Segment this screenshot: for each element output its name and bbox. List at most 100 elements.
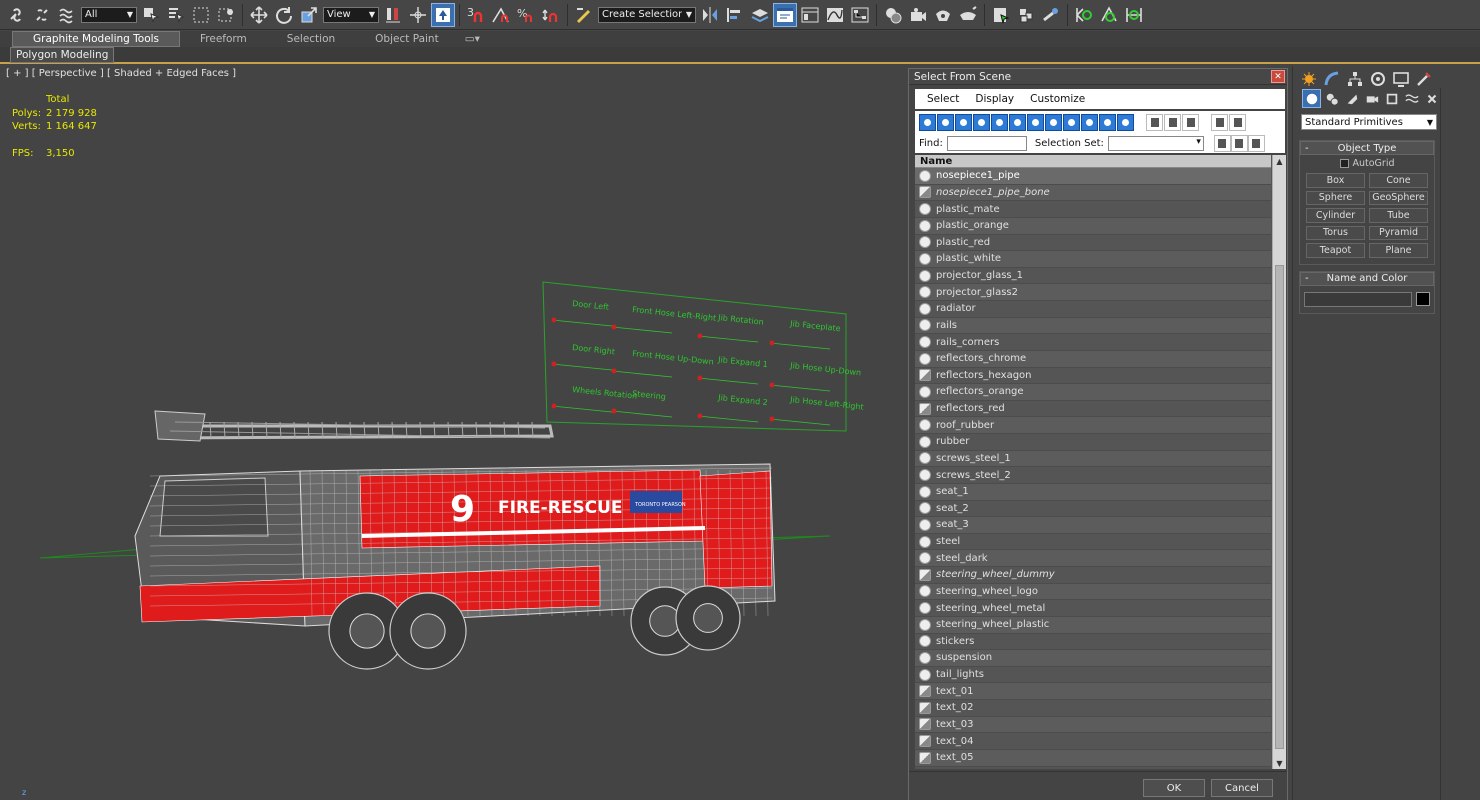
sync-selection-icon[interactable] <box>1213 134 1231 152</box>
rendered-frame-window-icon[interactable] <box>932 4 954 26</box>
tab-object-paint[interactable]: Object Paint <box>355 31 459 47</box>
material-editor-icon[interactable] <box>882 4 904 26</box>
list-item[interactable]: rubber <box>915 434 1271 451</box>
rotate-icon[interactable] <box>273 4 295 26</box>
control-slider-line[interactable] <box>551 319 613 327</box>
list-item[interactable]: seat_3 <box>915 517 1271 534</box>
list-item[interactable]: suspension <box>915 650 1271 667</box>
control-slider-line[interactable] <box>611 326 673 334</box>
toggle-scene-explorer-icon[interactable] <box>773 2 797 27</box>
snap-vertex-green-icon[interactable] <box>1073 4 1095 26</box>
control-slider-line[interactable] <box>769 418 831 426</box>
control-handle[interactable] <box>697 333 703 339</box>
align-icon[interactable] <box>724 4 746 26</box>
display-tab-icon[interactable] <box>1391 70 1410 87</box>
list-item[interactable]: text_05 <box>915 749 1271 767</box>
list-item[interactable]: text_03 <box>915 716 1271 734</box>
plane-button[interactable]: Plane <box>1369 243 1428 258</box>
snap-face-green-icon[interactable] <box>1123 4 1145 26</box>
list-item[interactable]: text_02 <box>915 700 1271 717</box>
list-item[interactable]: steering_wheel_plastic <box>915 616 1271 634</box>
control-handle[interactable] <box>697 413 703 419</box>
select-object-icon[interactable] <box>140 4 162 26</box>
advanced-filter-icon[interactable] <box>1229 113 1246 131</box>
scale-icon[interactable] <box>298 4 320 26</box>
display-lights-icon[interactable] <box>955 113 972 131</box>
list-item[interactable]: reflectors_hexagon <box>915 367 1271 385</box>
control-slider-line[interactable] <box>697 415 759 423</box>
pivot-center-icon[interactable] <box>382 4 404 26</box>
object-properties-icon[interactable] <box>1015 4 1037 26</box>
snap-toggle-icon[interactable]: 3 <box>465 4 487 26</box>
move-icon[interactable] <box>248 4 270 26</box>
cameras-category-icon[interactable] <box>1363 90 1380 107</box>
spinner-snap-icon[interactable] <box>540 4 562 26</box>
teapot-button[interactable]: Teapot <box>1306 243 1365 258</box>
list-item[interactable]: steering_wheel_logo <box>915 583 1271 601</box>
list-item[interactable]: plastic_mate <box>915 201 1271 218</box>
curve-editor-icon[interactable] <box>824 4 846 26</box>
ribbon-options-icon[interactable]: ▭▾ <box>459 31 486 47</box>
pyramid-button[interactable]: Pyramid <box>1369 225 1428 240</box>
filter-funnel-icon[interactable] <box>1211 113 1228 131</box>
list-item[interactable]: reflectors_orange <box>915 384 1271 401</box>
polygon-modeling-panel[interactable]: Polygon Modeling <box>10 47 115 63</box>
sphere-button[interactable]: Sphere <box>1306 190 1365 205</box>
shapes-category-icon[interactable] <box>1323 90 1340 107</box>
object-category-dropdown[interactable]: Standard Primitives ▼ <box>1301 114 1437 130</box>
reference-coordinate-dropdown[interactable]: View ▼ <box>323 6 379 23</box>
systems-category-icon[interactable] <box>1423 90 1440 107</box>
fire-truck-model[interactable]: 9 FIRE-RESCUE TORONTO PEARSON <box>134 410 776 670</box>
link-icon[interactable] <box>6 4 28 26</box>
list-item[interactable]: rails <box>915 317 1271 335</box>
display-spacewarps-icon[interactable] <box>1009 113 1026 131</box>
scroll-up-icon[interactable]: ▲ <box>1273 155 1286 167</box>
helpers-category-icon[interactable] <box>1383 90 1400 107</box>
select-by-name-icon[interactable] <box>165 4 187 26</box>
selection-filter-dropdown[interactable]: All ▼ <box>81 6 137 23</box>
box-button[interactable]: Box <box>1306 173 1365 188</box>
keyboard-shortcut-override-icon[interactable] <box>431 2 455 27</box>
list-item[interactable]: reflectors_chrome <box>915 350 1271 368</box>
control-handle[interactable] <box>551 361 557 367</box>
list-item[interactable]: projector_glass_1 <box>915 267 1271 285</box>
control-handle[interactable] <box>611 324 617 330</box>
display-frozen-icon[interactable] <box>1099 113 1116 131</box>
close-icon[interactable]: ✕ <box>1271 70 1285 83</box>
edit-named-selection-icon[interactable] <box>573 4 595 26</box>
percent-snap-icon[interactable]: % <box>515 4 537 26</box>
scene-object-list[interactable]: Name nosepiece1_pipe nosepiece1_pipe_bone… <box>915 155 1285 769</box>
list-item[interactable]: plastic_white <box>915 251 1271 268</box>
create-tab-icon[interactable] <box>1299 70 1318 87</box>
layer-explorer-icon[interactable] <box>749 4 771 26</box>
ok-button[interactable]: OK <box>1143 779 1205 797</box>
display-cameras-icon[interactable] <box>973 113 990 131</box>
control-handle[interactable] <box>769 416 775 422</box>
display-shapes-icon[interactable] <box>937 113 954 131</box>
list-item[interactable]: plastic_orange <box>915 217 1271 235</box>
control-handle[interactable] <box>551 403 557 409</box>
control-slider-line[interactable] <box>769 342 831 350</box>
object-name-input[interactable] <box>1304 291 1412 307</box>
select-all-icon[interactable] <box>1146 113 1163 131</box>
scroll-down-icon[interactable]: ▼ <box>1273 757 1286 769</box>
control-slider-line[interactable] <box>551 363 613 371</box>
cylinder-button[interactable]: Cylinder <box>1306 208 1365 223</box>
list-item[interactable]: roof_rubber <box>915 417 1271 434</box>
modify-tab-icon[interactable] <box>1322 70 1341 87</box>
configure-columns-icon[interactable] <box>1247 134 1265 152</box>
display-xrefs-icon[interactable] <box>1045 113 1062 131</box>
motion-tab-icon[interactable] <box>1368 70 1387 87</box>
torus-button[interactable]: Torus <box>1306 225 1365 240</box>
list-item[interactable]: steering_wheel_dummy <box>915 567 1271 584</box>
control-slider-line[interactable] <box>697 377 759 385</box>
spacewarps-category-icon[interactable] <box>1403 90 1420 107</box>
control-handle[interactable] <box>551 317 557 323</box>
unlink-icon[interactable] <box>31 4 53 26</box>
list-item[interactable]: steel <box>915 533 1271 551</box>
find-input[interactable] <box>946 135 1027 151</box>
cancel-button[interactable]: Cancel <box>1211 779 1273 797</box>
list-item[interactable]: screws_steel_1 <box>915 450 1271 468</box>
list-item[interactable]: nosepiece1_pipe_bone <box>915 184 1271 202</box>
list-item[interactable]: text_01 <box>915 683 1271 700</box>
